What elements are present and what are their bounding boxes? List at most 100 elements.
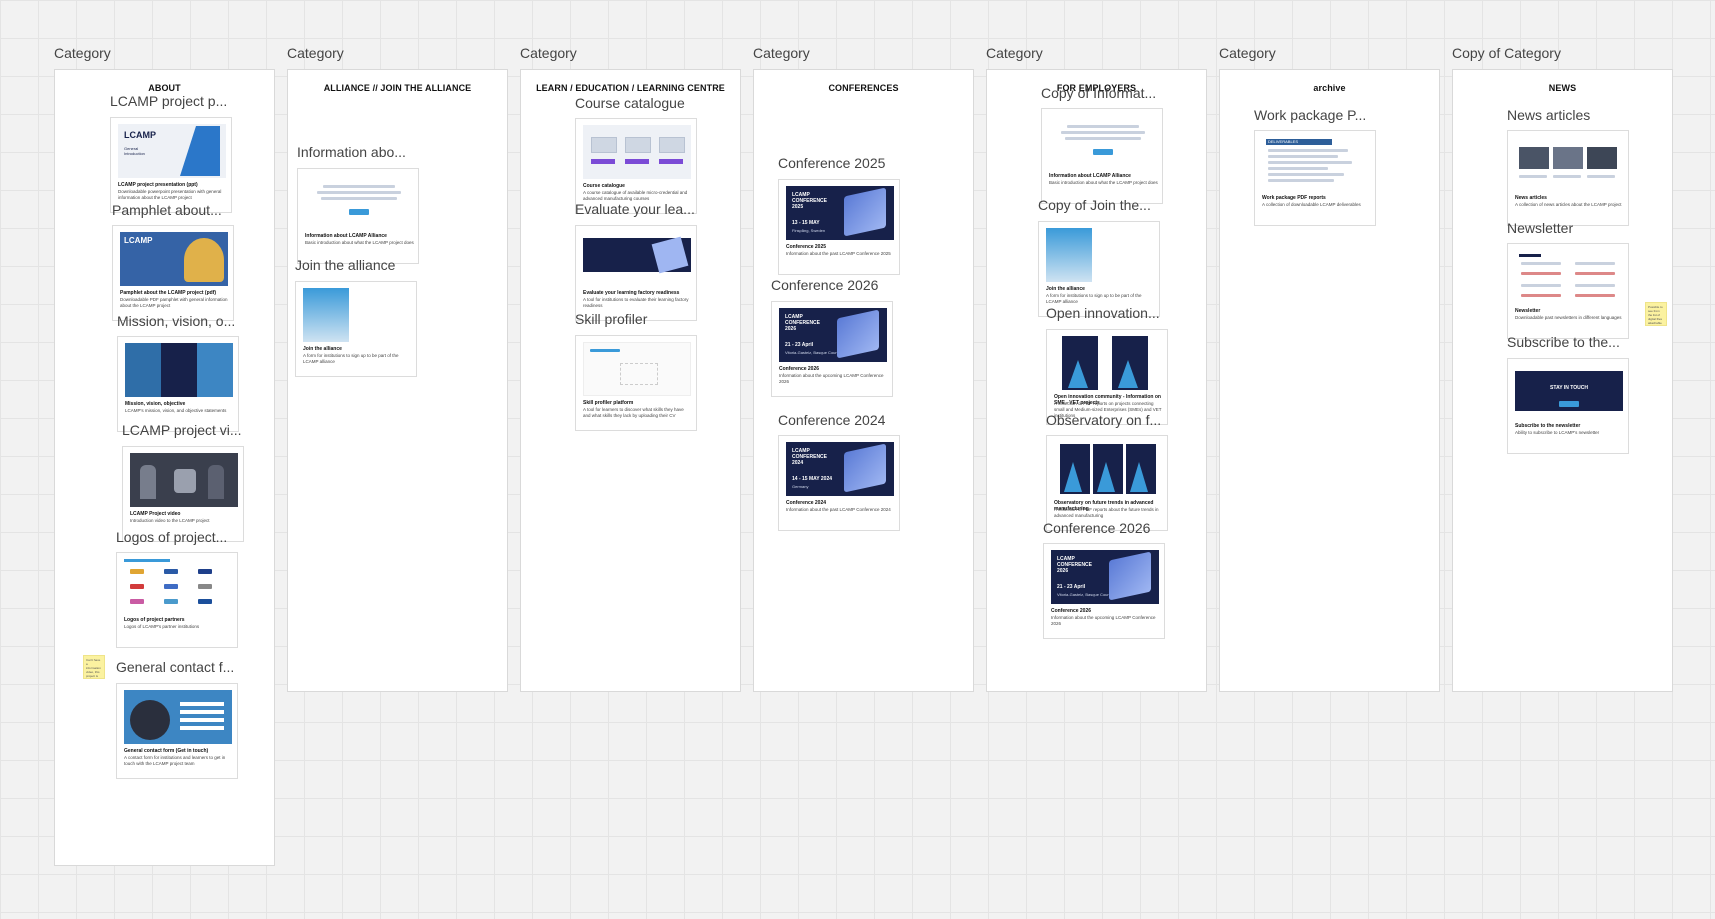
column-title[interactable]: Category — [520, 45, 577, 61]
sticky-note[interactable]: Possible to see from the list of digital… — [1645, 302, 1667, 326]
card-title: Newsletter — [1515, 308, 1541, 314]
column-header: archive — [1313, 83, 1346, 93]
thumbnail — [583, 342, 691, 396]
card-title: LCAMP project presentation (ppt) — [118, 182, 198, 188]
card-description: Information about the past LCAMP Confere… — [786, 507, 891, 512]
card-join-alliance[interactable]: Join the alliance A form for institution… — [295, 281, 417, 377]
column-title[interactable]: Copy of Category — [1452, 45, 1561, 61]
card-conference-2025[interactable]: LCAMP CONFERENCE 2025 13 - 15 MAY Finspå… — [778, 179, 900, 275]
card-subscribe[interactable]: STAY IN TOUCH Subscribe to the newslette… — [1507, 358, 1629, 454]
frame-title[interactable]: Logos of project... — [116, 529, 227, 545]
card-description: Information about the past LCAMP Confere… — [786, 251, 891, 256]
frame-title[interactable]: Conference 2026 — [1043, 520, 1150, 536]
card-open-innovation[interactable]: Open innovation community - Information … — [1046, 329, 1168, 425]
column-title[interactable]: Category — [1219, 45, 1276, 61]
card-course-catalogue[interactable]: Course catalogue A course catalogue of a… — [575, 118, 697, 214]
card-logos[interactable]: Logos of project partners Logos of LCAMP… — [116, 552, 238, 648]
conference-name: LCAMP CONFERENCE 2024 — [792, 448, 828, 466]
frame-title[interactable]: Newsletter — [1507, 220, 1573, 236]
card-newsletter[interactable]: Newsletter Downloadable past newsletters… — [1507, 243, 1629, 339]
card-employers-conference-2026[interactable]: LCAMP CONFERENCE 2026 21 - 23 April Vito… — [1043, 543, 1165, 639]
column-title[interactable]: Category — [753, 45, 810, 61]
card-news-articles[interactable]: News articles A collection of news artic… — [1507, 130, 1629, 226]
card-description: Logos of LCAMP's partner institutions — [124, 624, 200, 629]
frame-title[interactable]: Join the alliance — [295, 257, 395, 273]
sticky-note-text: Possible to see from the list of digital… — [1648, 305, 1663, 325]
frame-title[interactable]: Copy of Informat... — [1041, 85, 1156, 101]
card-description: A tool for institutions to evaluate thei… — [583, 297, 689, 308]
card-description: A tool for learners to discover what ski… — [583, 407, 684, 418]
frame-title[interactable]: Skill profiler — [575, 311, 647, 327]
card-mission[interactable]: Mission, vision, objective LCAMP's missi… — [117, 336, 239, 432]
frame-title[interactable]: Information abo... — [297, 144, 406, 160]
conference-date: 13 - 15 MAY — [792, 220, 820, 226]
card-title: Join the alliance — [1046, 286, 1085, 292]
card-alliance-info[interactable]: Information about LCAMP Alliance Basic i… — [297, 168, 419, 264]
column-title[interactable]: Category — [287, 45, 344, 61]
card-title: Work package PDF reports — [1262, 195, 1326, 201]
frame-title[interactable]: Conference 2025 — [778, 155, 885, 171]
card-pamphlet[interactable]: LCAMP Pamphlet about the LCAMP project (… — [112, 225, 234, 321]
card-description: Downloadable powerpoint presentation wit… — [118, 189, 222, 200]
card-observatory[interactable]: Observatory on future trends in advanced… — [1046, 435, 1168, 531]
card-description: A form for institutions to sign up to be… — [303, 353, 399, 364]
card-employers-join[interactable]: Join the alliance A form for institution… — [1038, 221, 1160, 317]
card-conference-2026[interactable]: LCAMP CONFERENCE 2026 21 - 23 April Vito… — [771, 301, 893, 397]
column-alliance[interactable]: ALLIANCE // JOIN THE ALLIANCE — [287, 69, 508, 692]
card-skill-profiler[interactable]: Skill profiler platform A tool for learn… — [575, 335, 697, 431]
thumbnail — [1054, 442, 1162, 496]
frame-title[interactable]: Copy of Join the... — [1038, 197, 1151, 213]
frame-title[interactable]: Course catalogue — [575, 95, 685, 111]
frame-title[interactable]: LCAMP project p... — [110, 93, 227, 109]
frame-title[interactable]: General contact f... — [116, 659, 234, 675]
conference-place: Finspång, Sweden — [792, 228, 826, 233]
card-title: Information about LCAMP Alliance — [1049, 173, 1131, 179]
frame-title[interactable]: Conference 2026 — [771, 277, 878, 293]
card-work-package[interactable]: DELIVERABLES Work package PDF reports A … — [1254, 130, 1376, 226]
card-evaluate[interactable]: Evaluate your learning factory readiness… — [575, 225, 697, 321]
card-contact-form[interactable]: General contact form (Get in touch) A co… — [116, 683, 238, 779]
frame-title[interactable]: Pamphlet about... — [112, 202, 222, 218]
card-title: Evaluate your learning factory readiness — [583, 290, 680, 296]
frame-title[interactable]: Conference 2024 — [778, 412, 885, 428]
thumbnail: LCAMP CONFERENCE 2025 13 - 15 MAY Finspå… — [786, 186, 894, 240]
frame-title[interactable]: Open innovation... — [1046, 305, 1160, 321]
conference-place: Vitoria-Gasteiz, Basque Country — [785, 350, 843, 355]
thumbnail — [1049, 115, 1157, 169]
card-conference-2024[interactable]: LCAMP CONFERENCE 2024 14 - 15 MAY 2024 G… — [778, 435, 900, 531]
thumb-heading: STAY IN TOUCH — [1550, 385, 1588, 391]
thumbnail: STAY IN TOUCH — [1515, 365, 1623, 419]
card-description: Downloadable past newsletters in differe… — [1515, 315, 1622, 320]
card-employers-info[interactable]: Information about LCAMP Alliance Basic i… — [1041, 108, 1163, 204]
thumbnail — [1046, 228, 1154, 282]
thumbnail — [303, 288, 411, 342]
column-title[interactable]: Category — [54, 45, 111, 61]
card-video[interactable]: LCAMP Project video Introduction video t… — [122, 446, 244, 542]
frame-title[interactable]: Work package P... — [1254, 107, 1366, 123]
conference-place: Vitoria-Gasteiz, Basque Country — [1057, 592, 1115, 597]
frame-title[interactable]: News articles — [1507, 107, 1590, 123]
conference-date: 21 - 23 April — [785, 342, 814, 348]
card-lcamp-presentation[interactable]: LCAMP General Introduction LCAMP project … — [110, 117, 232, 213]
thumbnail: LCAMP CONFERENCE 2024 14 - 15 MAY 2024 G… — [786, 442, 894, 496]
card-title: Skill profiler platform — [583, 400, 634, 406]
conference-name: LCAMP CONFERENCE 2026 — [785, 314, 821, 332]
frame-title[interactable]: Evaluate your lea... — [575, 201, 695, 217]
frame-title[interactable]: Subscribe to the... — [1507, 334, 1620, 350]
thumbnail — [305, 175, 413, 229]
sticky-note[interactable]: Can't have a information video, this pro… — [83, 655, 105, 679]
thumbnail — [1515, 250, 1623, 304]
card-description: Downloadable PDF pamphlet with general i… — [120, 297, 228, 308]
card-title: Conference 2024 — [786, 500, 827, 506]
card-title: Join the alliance — [303, 346, 342, 352]
column-title[interactable]: Category — [986, 45, 1043, 61]
frame-title[interactable]: LCAMP project vi... — [122, 422, 242, 438]
frame-title[interactable]: Observatory on f... — [1046, 412, 1161, 428]
card-title: Mission, vision, objective — [125, 401, 186, 407]
conference-name: LCAMP CONFERENCE 2026 — [1057, 556, 1093, 574]
thumbnail — [124, 559, 232, 613]
thumbnail — [1054, 336, 1162, 390]
card-title: News articles — [1515, 195, 1547, 201]
frame-title[interactable]: Mission, vision, o... — [117, 313, 235, 329]
card-title: Conference 2026 — [779, 366, 820, 372]
